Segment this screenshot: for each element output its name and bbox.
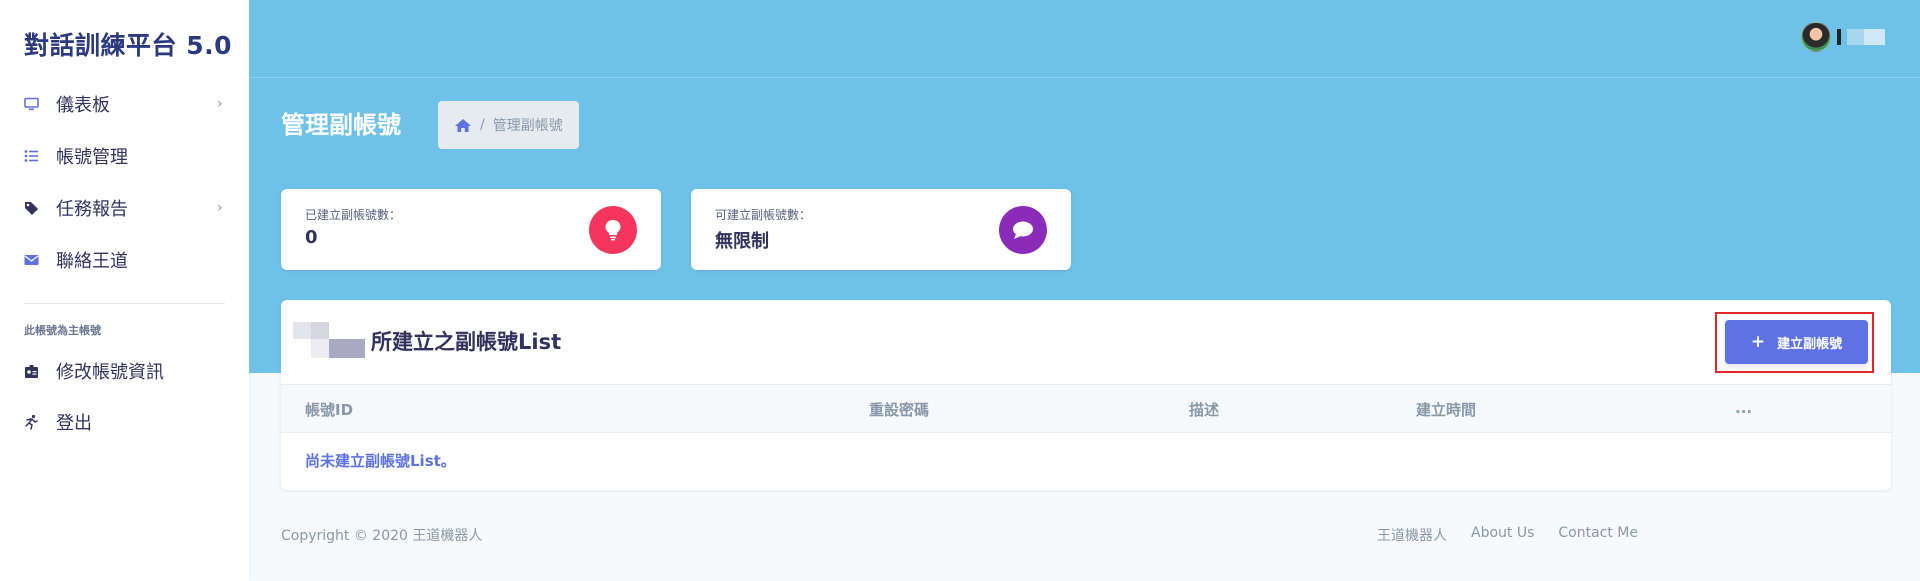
tag-icon [23, 200, 39, 216]
brand-title[interactable]: 對話訓練平台 5.0 [24, 26, 232, 62]
topbar-divider [249, 77, 1920, 78]
sidebar-item-label: 聯絡王道 [56, 251, 128, 272]
footer-link-contact[interactable]: Contact Me [1558, 525, 1638, 545]
lightbulb-icon [589, 206, 637, 254]
stat-label: 已建立副帳號數： [305, 208, 402, 222]
sidebar: 對話訓練平台 5.0 儀表板 › 帳號管理 任務報告 › 聯絡王道 此帳號為主帳… [0, 0, 249, 581]
monitor-icon [23, 96, 39, 112]
add-sub-account-button[interactable]: + 建立副帳號 [1725, 320, 1868, 364]
column-header-description[interactable]: 描述 [1189, 399, 1219, 420]
sidebar-item-label: 儀表板 [56, 95, 110, 116]
footer-link-wangdao[interactable]: 王道機器人 [1377, 525, 1447, 545]
chevron-right-icon: › [217, 200, 223, 216]
breadcrumb: / 管理副帳號 [438, 101, 579, 149]
breadcrumb-current: 管理副帳號 [492, 118, 563, 134]
sidebar-item-logout[interactable]: 登出 [0, 398, 249, 446]
sidebar-item-contact[interactable]: 聯絡王道 [0, 236, 249, 284]
user-name-redacted [1847, 29, 1885, 45]
list-title: 所建立之副帳號List [371, 330, 562, 354]
stat-card-available: 可建立副帳號數： 無限制 [691, 189, 1071, 270]
envelope-icon [23, 252, 39, 268]
stat-value: 0 [305, 227, 318, 248]
id-card-icon [23, 363, 39, 379]
table-header: 帳號ID 重設密碼 描述 建立時間 ... [281, 384, 1891, 433]
pixelated-logo [293, 322, 373, 358]
main-content: 管理副帳號 / 管理副帳號 已建立副帳號數： 0 可建立副帳號數： 無限制 所建… [249, 0, 1920, 581]
list-icon [23, 148, 39, 164]
column-header-created-time[interactable]: 建立時間 [1416, 399, 1476, 420]
sidebar-item-dashboard[interactable]: 儀表板 › [0, 80, 249, 128]
sub-account-list-card: 所建立之副帳號List + 建立副帳號 帳號ID 重設密碼 描述 建立時間 ..… [281, 300, 1891, 490]
section-heading: 此帳號為主帳號 [24, 324, 101, 337]
sidebar-divider [24, 303, 225, 304]
column-header-account-id[interactable]: 帳號ID [305, 399, 353, 420]
page-title: 管理副帳號 [281, 111, 401, 139]
sidebar-item-label: 修改帳號資訊 [56, 362, 164, 383]
sidebar-item-label: 登出 [56, 413, 92, 434]
plus-icon: + [1750, 332, 1766, 352]
list-header: 所建立之副帳號List + 建立副帳號 [281, 300, 1891, 384]
column-header-actions[interactable]: ... [1735, 399, 1752, 417]
sidebar-item-task-report[interactable]: 任務報告 › [0, 184, 249, 232]
empty-list-message: 尚未建立副帳號List。 [305, 452, 456, 470]
sidebar-item-edit-account[interactable]: 修改帳號資訊 [0, 347, 249, 395]
chevron-right-icon: › [217, 96, 223, 112]
user-menu[interactable] [1801, 22, 1885, 52]
sidebar-item-label: 任務報告 [56, 199, 128, 220]
sidebar-item-account-management[interactable]: 帳號管理 [0, 132, 249, 180]
home-icon[interactable] [454, 117, 472, 133]
avatar[interactable] [1801, 22, 1831, 52]
add-button-label: 建立副帳號 [1777, 336, 1843, 352]
stat-value: 無限制 [715, 231, 769, 252]
column-header-reset-password[interactable]: 重設密碼 [869, 399, 929, 420]
footer-link-about[interactable]: About Us [1471, 525, 1534, 545]
stat-card-created: 已建立副帳號數： 0 [281, 189, 661, 270]
breadcrumb-separator: / [480, 117, 485, 133]
footer-links: 王道機器人 About Us Contact Me [1377, 525, 1638, 545]
chat-bubble-icon [999, 206, 1047, 254]
sidebar-item-label: 帳號管理 [56, 147, 128, 168]
user-name-cursor [1837, 29, 1841, 45]
stat-label: 可建立副帳號數： [715, 208, 812, 222]
footer-copyright: Copyright © 2020 王道機器人 [281, 528, 483, 544]
running-person-icon [23, 414, 39, 430]
